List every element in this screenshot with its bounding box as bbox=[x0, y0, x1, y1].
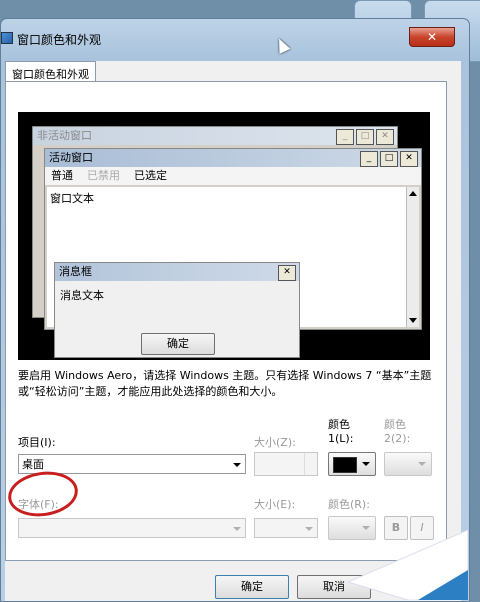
item-select-value: 桌面 bbox=[22, 458, 44, 471]
color1-label-line1: 颜色 bbox=[328, 418, 350, 431]
dialog-client: 窗口颜色和外观 非活动窗口 _ □ ✕ 活动窗口 _ □ ✕ 普通 已禁用 已选… bbox=[5, 61, 461, 601]
preview-area[interactable]: 非活动窗口 _ □ ✕ 活动窗口 _ □ ✕ 普通 已禁用 已选定 窗口文本 消… bbox=[18, 112, 430, 360]
preview-scrollbar[interactable] bbox=[406, 187, 419, 327]
appearance-dialog: 窗口颜色和外观 ✕ 窗口颜色和外观 非活动窗口 _ □ ✕ 活动窗口 _ □ ✕… bbox=[0, 18, 470, 602]
close-icon: ✕ bbox=[278, 265, 296, 281]
ok-button[interactable]: 确定 bbox=[215, 575, 289, 599]
color1-label-line2: 1(L): bbox=[328, 432, 354, 445]
menu-disabled[interactable]: 已禁用 bbox=[87, 167, 120, 185]
scroll-up-icon bbox=[409, 191, 417, 196]
scroll-down-icon bbox=[409, 318, 417, 323]
preview-menubar: 普通 已禁用 已选定 bbox=[45, 167, 421, 185]
color2-button[interactable] bbox=[384, 452, 432, 476]
spinner-arrows-icon bbox=[304, 453, 317, 475]
minimize-icon: _ bbox=[336, 129, 354, 145]
minimize-icon: _ bbox=[360, 151, 378, 167]
aero-info-text: 要启用 Windows Aero，请选择 Windows 主题。只有选择 Win… bbox=[18, 369, 432, 398]
chevron-down-icon bbox=[362, 462, 370, 466]
message-box-title: 消息框 bbox=[59, 265, 92, 278]
maximize-icon: □ bbox=[356, 129, 374, 145]
color1-swatch bbox=[333, 457, 357, 473]
window-icon bbox=[1, 32, 13, 44]
item-label: 项目(I): bbox=[18, 436, 56, 449]
tab-panel: 非活动窗口 _ □ ✕ 活动窗口 _ □ ✕ 普通 已禁用 已选定 窗口文本 消… bbox=[5, 81, 447, 561]
window-text: 窗口文本 bbox=[50, 192, 94, 205]
chevron-down-icon bbox=[418, 462, 426, 466]
title-bar: 窗口颜色和外观 ✕ bbox=[1, 19, 469, 49]
color1-button[interactable] bbox=[328, 452, 376, 476]
color2-label-line2: 2(2): bbox=[384, 432, 411, 445]
active-window-title: 活动窗口 bbox=[49, 151, 93, 164]
menu-normal[interactable]: 普通 bbox=[51, 167, 73, 185]
size-spinner[interactable] bbox=[254, 452, 318, 476]
close-icon: ✕ bbox=[376, 129, 394, 145]
inactive-window-title: 非活动窗口 bbox=[37, 129, 92, 142]
preview-message-box[interactable]: 消息框 ✕ 消息文本 确定 bbox=[54, 262, 300, 358]
font-size-select[interactable] bbox=[254, 518, 318, 538]
dialog-title: 窗口颜色和外观 bbox=[17, 33, 102, 47]
message-text: 消息文本 bbox=[60, 289, 104, 302]
font-select[interactable] bbox=[18, 518, 246, 538]
close-icon: ✕ bbox=[400, 151, 418, 167]
menu-selected[interactable]: 已选定 bbox=[134, 167, 167, 185]
font-size-label: 大小(E): bbox=[254, 498, 296, 511]
decorative-arrow-icon bbox=[348, 530, 468, 600]
font-color-label: 颜色(R): bbox=[328, 498, 370, 511]
chevron-down-icon bbox=[233, 527, 241, 531]
color2-label-line1: 颜色 bbox=[384, 418, 406, 431]
size-label: 大小(Z): bbox=[254, 436, 296, 449]
maximize-icon: □ bbox=[380, 151, 398, 167]
chevron-down-icon bbox=[233, 463, 241, 467]
preview-ok-button[interactable]: 确定 bbox=[141, 333, 215, 355]
highlight-circle bbox=[5, 467, 81, 521]
chevron-down-icon bbox=[305, 527, 313, 531]
close-button[interactable]: ✕ bbox=[409, 27, 455, 47]
